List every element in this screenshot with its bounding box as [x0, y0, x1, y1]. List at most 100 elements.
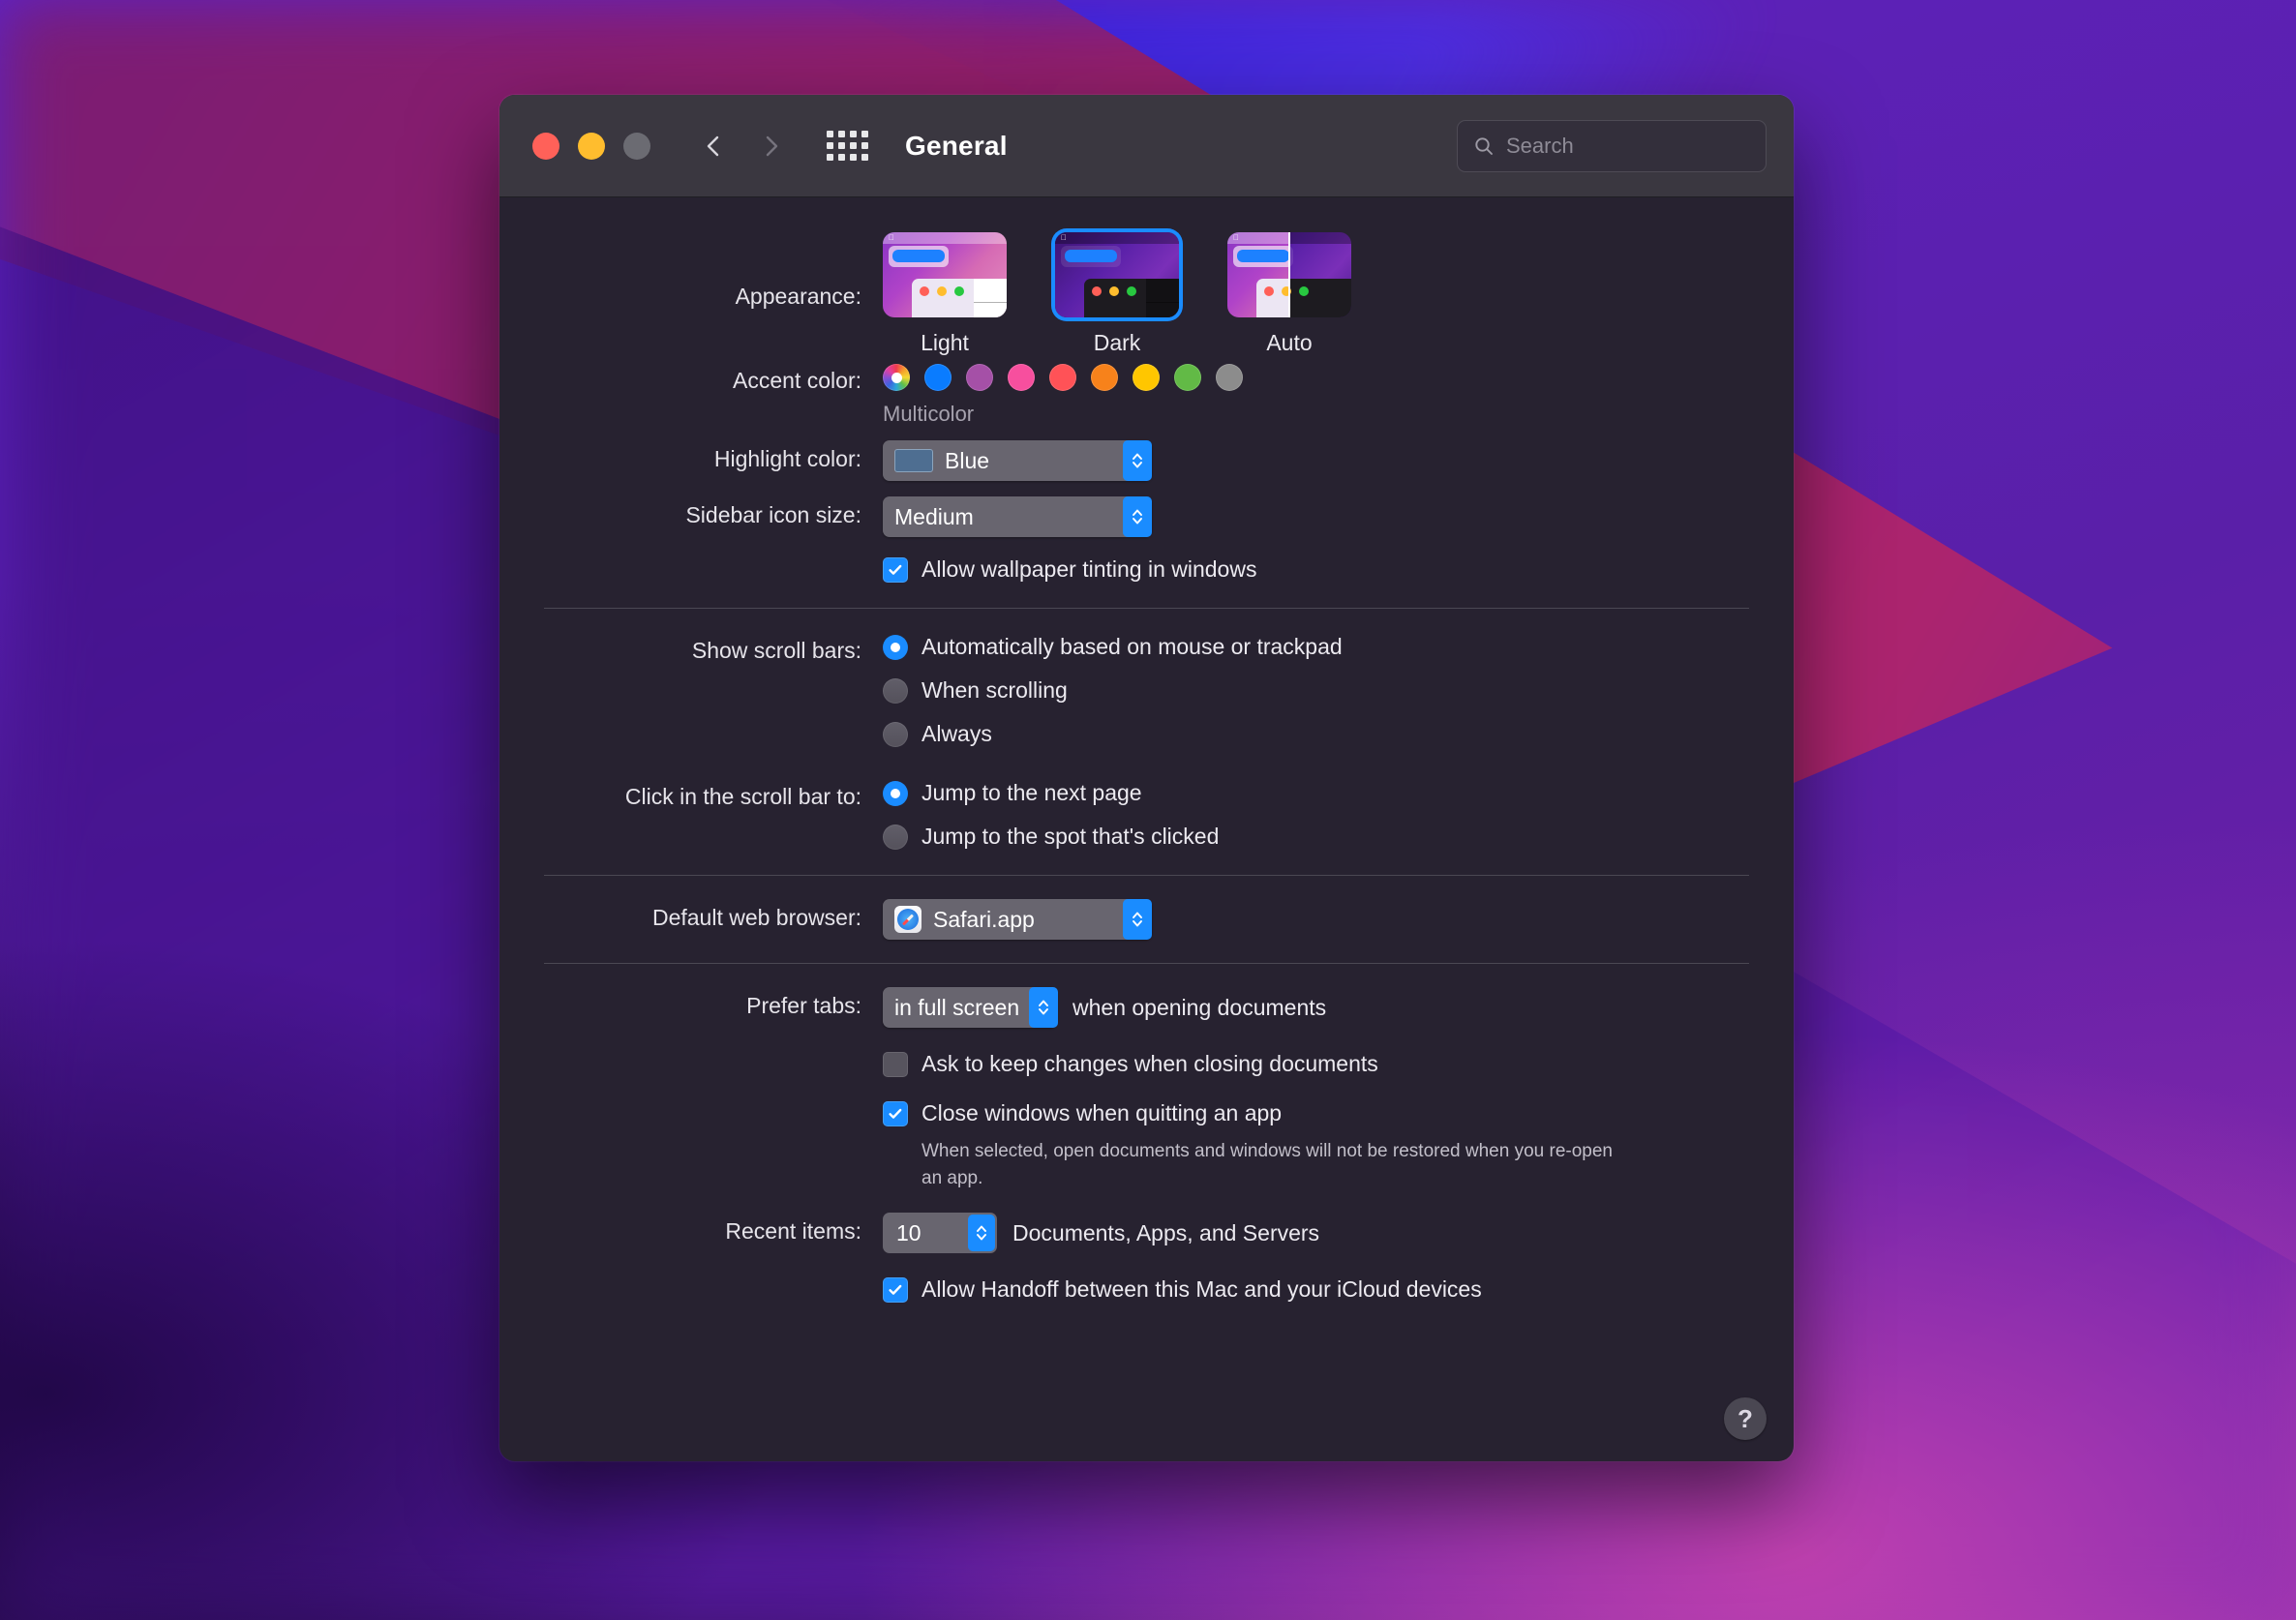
dark-theme-thumbnail:  — [1055, 232, 1179, 317]
accent-color-name: Multicolor — [883, 402, 975, 426]
prefer-tabs-value: in full screen — [894, 994, 1020, 1020]
sidebar-icon-size-popup[interactable]: Medium — [883, 496, 1152, 537]
close-windows-label: Close windows when quitting an app — [921, 1100, 1283, 1126]
checkbox-unchecked-icon — [883, 1052, 908, 1078]
wallpaper-tinting-row: Allow wallpaper tinting in windows — [544, 555, 1749, 585]
highlight-color-value: Blue — [945, 447, 990, 473]
accent-swatch-green[interactable] — [1174, 364, 1201, 391]
click-scroll-bar-label: Click in the scroll bar to: — [624, 784, 861, 810]
recent-items-suffix: Documents, Apps, and Servers — [1012, 1219, 1320, 1245]
forward-chevron-icon[interactable] — [759, 134, 784, 159]
page-title: General — [905, 130, 1008, 161]
ask-keep-changes-row: Ask to keep changes when closing documen… — [544, 1049, 1749, 1079]
sidebar-icon-size-row: Sidebar icon size: Medium — [544, 496, 1749, 537]
default-web-browser-popup[interactable]: Safari.app — [883, 899, 1152, 941]
accent-color-row: Accent color: Multicolor — [544, 362, 1749, 427]
show-scroll-bars-label: Show scroll bars: — [691, 638, 861, 664]
handoff-label: Allow Handoff between this Mac and your … — [921, 1276, 1482, 1303]
accent-swatch-pink[interactable] — [1008, 364, 1035, 391]
sidebar-icon-size-value: Medium — [894, 503, 974, 529]
system-preferences-window: General Search Appearance: Light Dark Au… — [499, 95, 1794, 1461]
close-windows-checkbox[interactable]: Close windows when quitting an app — [883, 1098, 1749, 1128]
default-web-browser-row: Default web browser: Safari.app — [544, 899, 1749, 941]
radio-unselected-icon — [883, 678, 908, 705]
recent-items-value: 10 — [896, 1219, 921, 1245]
checkmark-icon — [883, 557, 908, 583]
prefer-tabs-popup[interactable]: in full screen — [883, 987, 1059, 1029]
appearance-options:  Light  — [883, 232, 1749, 356]
accent-swatch-purple[interactable] — [966, 364, 993, 391]
recent-items-stepper[interactable]: 10 — [883, 1213, 997, 1254]
scroll-bars-option-when-scrolling[interactable]: When scrolling — [883, 675, 1749, 705]
prefer-tabs-suffix: when opening documents — [1072, 994, 1327, 1020]
section-divider-3 — [544, 963, 1749, 965]
default-web-browser-label: Default web browser: — [651, 905, 861, 931]
desktop-background: General Search Appearance: Light Dark Au… — [0, 0, 2296, 1620]
close-windows-note: When selected, open documents and window… — [921, 1141, 1613, 1188]
click-scroll-option-spot-clicked-label: Jump to the spot that's clicked — [921, 824, 1220, 850]
dark-theme-label: Dark — [1093, 330, 1141, 355]
show-scroll-bars-row: Show scroll bars: Automatically based on… — [544, 632, 1749, 749]
highlight-color-chip — [894, 449, 933, 472]
minimize-window-icon[interactable] — [578, 132, 605, 160]
highlight-color-popup[interactable]: Blue — [883, 440, 1152, 481]
click-scroll-bar-row: Click in the scroll bar to: Jump to the … — [544, 778, 1749, 852]
accent-swatch-red[interactable] — [1049, 364, 1076, 391]
light-theme-label: Light — [921, 330, 969, 355]
recent-items-label: Recent items: — [725, 1218, 861, 1245]
navigation-buttons — [701, 134, 784, 159]
checkmark-icon — [883, 1101, 908, 1127]
traffic-light-group — [532, 132, 650, 160]
handoff-row: Allow Handoff between this Mac and your … — [544, 1275, 1749, 1305]
chevron-updown-icon — [1123, 440, 1152, 481]
chevron-updown-icon — [1123, 496, 1152, 537]
stepper-updown-icon — [968, 1215, 995, 1252]
appearance-option-dark[interactable]:  Dark — [1055, 232, 1179, 356]
radio-unselected-icon — [883, 825, 908, 851]
close-window-icon[interactable] — [532, 132, 559, 160]
search-input[interactable]: Search — [1457, 119, 1767, 172]
recent-items-row: Recent items: 10 Documents, Apps, and Se… — [544, 1213, 1749, 1254]
appearance-option-light[interactable]:  Light — [883, 232, 1007, 356]
zoom-window-icon[interactable] — [623, 132, 650, 160]
handoff-checkbox[interactable]: Allow Handoff between this Mac and your … — [883, 1275, 1749, 1305]
scroll-bars-option-automatic[interactable]: Automatically based on mouse or trackpad — [883, 632, 1749, 662]
show-all-grid-icon[interactable] — [827, 131, 868, 161]
accent-swatch-blue[interactable] — [924, 364, 952, 391]
accent-swatch-multicolor[interactable] — [883, 364, 910, 391]
back-chevron-icon[interactable] — [701, 134, 726, 159]
scroll-bars-option-when-scrolling-label: When scrolling — [921, 677, 1068, 704]
help-button[interactable]: ? — [1724, 1397, 1767, 1440]
sidebar-icon-size-label: Sidebar icon size: — [685, 502, 861, 527]
ask-keep-changes-label: Ask to keep changes when closing documen… — [921, 1051, 1378, 1077]
click-scroll-option-next-page-label: Jump to the next page — [921, 780, 1142, 806]
section-divider-1 — [544, 608, 1749, 610]
auto-theme-label: Auto — [1266, 330, 1313, 355]
chevron-updown-icon — [1029, 987, 1059, 1029]
accent-color-label: Accent color: — [733, 368, 861, 393]
accent-swatch-graphite[interactable] — [1216, 364, 1243, 391]
wallpaper-tinting-label: Allow wallpaper tinting in windows — [921, 556, 1257, 582]
accent-swatch-yellow[interactable] — [1133, 364, 1160, 391]
checkmark-icon — [883, 1277, 908, 1304]
prefer-tabs-row: Prefer tabs: in full screen when opening… — [544, 987, 1749, 1029]
ask-keep-changes-checkbox[interactable]: Ask to keep changes when closing documen… — [883, 1049, 1749, 1079]
search-placeholder: Search — [1506, 133, 1574, 158]
light-theme-thumbnail:  — [883, 232, 1007, 317]
highlight-color-label: Highlight color: — [713, 446, 861, 471]
accent-color-swatches — [883, 362, 1749, 391]
scroll-bars-option-automatic-label: Automatically based on mouse or trackpad — [921, 634, 1343, 660]
scroll-bars-option-always[interactable]: Always — [883, 719, 1749, 749]
accent-swatch-orange[interactable] — [1091, 364, 1118, 391]
scroll-bars-option-always-label: Always — [921, 721, 992, 747]
click-scroll-option-next-page[interactable]: Jump to the next page — [883, 778, 1749, 808]
radio-unselected-icon — [883, 722, 908, 748]
appearance-option-auto[interactable]:   — [1227, 232, 1351, 356]
wallpaper-tinting-checkbox[interactable]: Allow wallpaper tinting in windows — [883, 555, 1749, 585]
preferences-content: Appearance:  Light — [499, 197, 1794, 1461]
window-titlebar: General Search — [499, 95, 1794, 197]
click-scroll-option-spot-clicked[interactable]: Jump to the spot that's clicked — [883, 822, 1749, 852]
auto-theme-thumbnail:   — [1227, 232, 1351, 317]
appearance-row: Appearance:  Light — [544, 232, 1749, 356]
appearance-label: Appearance: — [735, 284, 861, 309]
